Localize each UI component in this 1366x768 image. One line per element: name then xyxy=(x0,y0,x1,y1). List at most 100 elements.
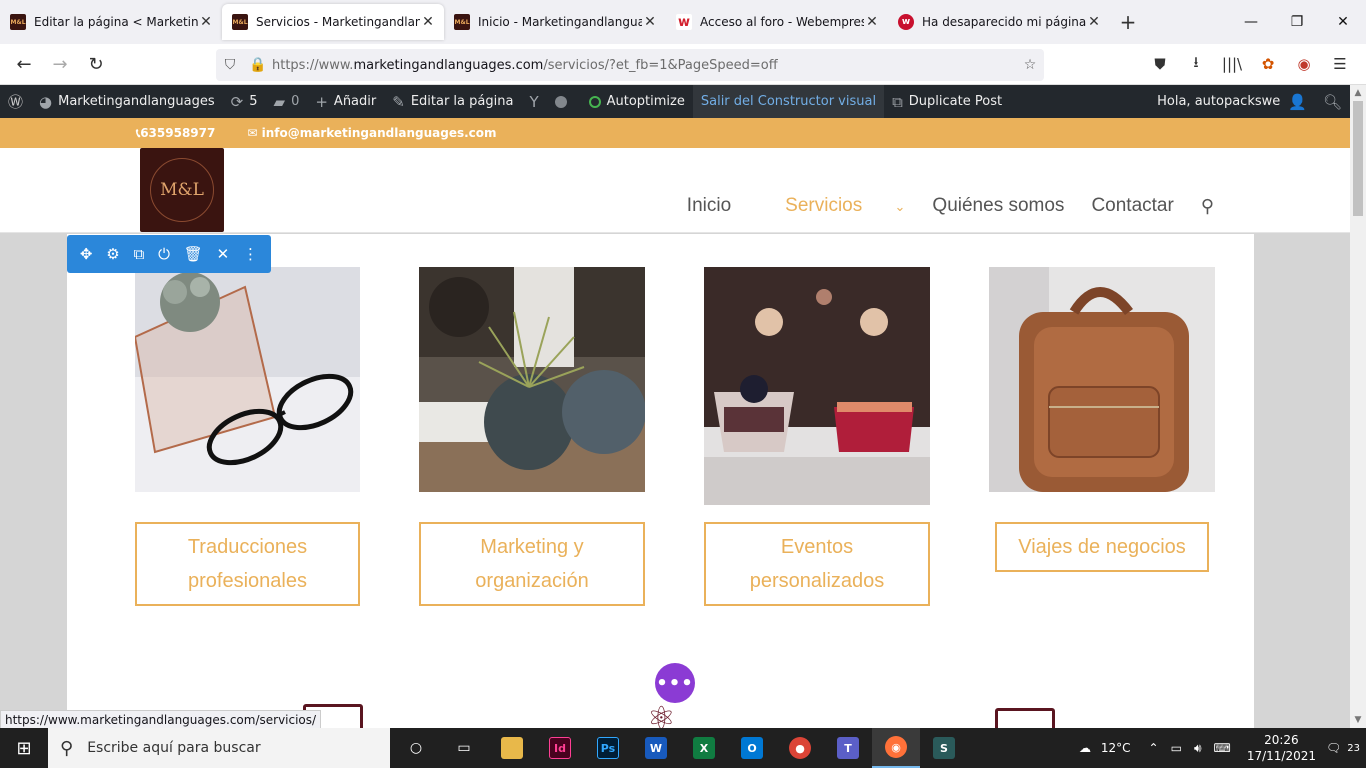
browser-tab[interactable]: w Acceso al foro - Webempresa Europa ✕ xyxy=(666,4,888,40)
close-window-icon[interactable]: ✕ xyxy=(1320,0,1366,44)
email-contact[interactable]: ✉ info@marketingandlanguages.com xyxy=(247,126,512,140)
status-url: https://www.marketingandlanguages.com/se… xyxy=(0,710,322,728)
search-icon[interactable]: ⚲ xyxy=(1201,196,1214,217)
volume-icon[interactable]: 🔊︎ xyxy=(1194,741,1202,756)
search-icon: ⚲ xyxy=(60,737,74,759)
teams-icon[interactable]: T xyxy=(824,728,872,768)
keyboard-icon[interactable]: ⌨ xyxy=(1214,741,1231,755)
menu-icon[interactable]: ☰ xyxy=(1322,48,1358,80)
menu-item-contactar[interactable]: Contactar xyxy=(1091,195,1173,217)
wp-autoptimize[interactable]: Autoptimize xyxy=(581,85,693,118)
battery-icon[interactable]: ▭ xyxy=(1171,741,1182,755)
move-icon[interactable]: ✥ xyxy=(80,245,93,263)
browser-toolbar-icons: ⛊ ⭳ |||\ ✿ ◉ ☰ xyxy=(1142,48,1358,80)
chrome-icon[interactable]: ● xyxy=(776,728,824,768)
menu-item-servicios[interactable]: Servicios ⌄ xyxy=(758,195,905,217)
indesign-icon[interactable]: Id xyxy=(536,728,584,768)
wp-search-icon[interactable]: 🔍︎ xyxy=(1315,85,1350,118)
phone-contact[interactable]: 📞︎635958977 xyxy=(136,126,231,141)
duplicate-icon[interactable]: ⧉ xyxy=(134,245,145,263)
wp-edit-page[interactable]: ✎ Editar la página xyxy=(384,85,521,118)
close-tab-icon[interactable]: ✕ xyxy=(198,14,214,30)
page-scrollbar[interactable]: ▲ ▼ xyxy=(1350,85,1366,728)
site-favicon-icon: M&L xyxy=(10,14,26,30)
url-text[interactable]: https://www.marketingandlanguages.com/se… xyxy=(272,58,1016,73)
browser-tab[interactable]: M&L Editar la página < Marketingandlangu… xyxy=(0,4,222,40)
service-button-traducciones[interactable]: Traducciones profesionales xyxy=(135,522,360,606)
excel-icon[interactable]: X xyxy=(680,728,728,768)
wp-duplicate-post[interactable]: ⧉ Duplicate Post xyxy=(884,85,1010,118)
reload-icon[interactable]: ↻ xyxy=(78,48,114,80)
library-icon[interactable]: |||\ xyxy=(1214,48,1250,80)
wp-updates[interactable]: ⟳ 5 xyxy=(223,85,266,118)
status-dot-icon[interactable] xyxy=(547,85,581,118)
duplicate-icon: ⧉ xyxy=(892,92,903,111)
taskbar-clock[interactable]: 20:26 17/11/2021 xyxy=(1247,732,1316,764)
lock-icon[interactable]: 🔒 xyxy=(244,57,272,73)
exit-visual-builder-button[interactable]: Salir del Constructor visual xyxy=(692,85,885,118)
new-tab-button[interactable]: + xyxy=(1110,4,1146,40)
site-logo[interactable]: M&L xyxy=(140,148,224,232)
yoast-icon[interactable]: Y xyxy=(521,85,546,118)
back-icon[interactable]: ← xyxy=(6,48,42,80)
dashboard-icon: ◕ xyxy=(39,92,53,111)
pocket-icon[interactable]: ⛊ xyxy=(1142,48,1178,80)
minimize-icon[interactable]: — xyxy=(1228,0,1274,44)
service-image-dessert xyxy=(704,267,930,505)
window-controls: — ❐ ✕ xyxy=(1228,0,1366,44)
wordpress-logo-icon[interactable]: Ⓦ xyxy=(0,85,31,118)
cortana-icon[interactable]: ○ xyxy=(392,728,440,768)
photoshop-icon[interactable]: Ps xyxy=(584,728,632,768)
close-tab-icon[interactable]: ✕ xyxy=(1086,14,1102,30)
autoptimize-status-icon xyxy=(588,95,601,108)
browser-tab[interactable]: w Ha desaparecido mi página de servicios… xyxy=(888,4,1110,40)
windows-start-icon[interactable]: ⊞ xyxy=(0,728,48,768)
notifications-icon[interactable]: 🗨 23 xyxy=(1326,728,1366,768)
more-options-icon[interactable]: ⋮ xyxy=(243,245,258,263)
restore-icon[interactable]: ❐ xyxy=(1274,0,1320,44)
site-favicon-icon: M&L xyxy=(454,14,470,30)
scrollbar-thumb[interactable] xyxy=(1353,101,1363,216)
scroll-up-icon[interactable]: ▲ xyxy=(1350,85,1366,101)
address-bar[interactable]: ⛉ 🔒 https://www.marketingandlanguages.co… xyxy=(216,49,1044,81)
word-icon[interactable]: W xyxy=(632,728,680,768)
extension-icon[interactable]: ◉ xyxy=(1286,48,1322,80)
close-tab-icon[interactable]: ✕ xyxy=(864,14,880,30)
service-button-marketing[interactable]: Marketing y organización xyxy=(419,522,645,606)
scroll-down-icon[interactable]: ▼ xyxy=(1350,712,1366,728)
outlook-icon[interactable]: O xyxy=(728,728,776,768)
close-icon[interactable]: ✕ xyxy=(217,245,230,263)
service-button-viajes[interactable]: Viajes de negocios xyxy=(995,522,1209,572)
app-s-icon[interactable]: S xyxy=(920,728,968,768)
close-tab-icon[interactable]: ✕ xyxy=(642,14,658,30)
browser-tab[interactable]: M&L Inicio - Marketingandlanguages ✕ xyxy=(444,4,666,40)
wp-user-greeting[interactable]: Hola, autopackswe 👤 xyxy=(1149,85,1315,118)
save-to-library-icon[interactable]: ⏻ xyxy=(158,245,170,263)
tray-chevron-icon[interactable]: ⌃ xyxy=(1149,741,1159,755)
weather-icon[interactable]: ☁ 12°C xyxy=(1079,741,1136,755)
service-image-backpack xyxy=(989,267,1215,492)
bookmark-star-icon[interactable]: ☆ xyxy=(1016,57,1044,73)
task-view-icon[interactable]: ▭ xyxy=(440,728,488,768)
windows-taskbar: ⊞ ⚲ Escribe aquí para buscar ○ ▭ Id Ps W… xyxy=(0,728,1366,768)
firefox-icon[interactable]: ◉ xyxy=(872,728,920,768)
service-image-glasses xyxy=(135,267,360,492)
extension-icon[interactable]: ✿ xyxy=(1250,48,1286,80)
wp-comments[interactable]: ▰ 0 xyxy=(266,85,308,118)
close-tab-icon[interactable]: ✕ xyxy=(420,14,436,30)
trash-icon[interactable]: 🗑 xyxy=(184,245,203,263)
wp-site-name[interactable]: ◕ Marketingandlanguages xyxy=(31,85,223,118)
menu-item-inicio[interactable]: Inicio xyxy=(687,195,731,217)
menu-item-quienes-somos[interactable]: Quiénes somos xyxy=(932,195,1064,217)
document-icon xyxy=(995,708,1055,728)
wp-add-new[interactable]: + Añadir xyxy=(307,85,384,118)
builder-page-settings-button[interactable]: ••• xyxy=(655,663,695,703)
shield-icon[interactable]: ⛉ xyxy=(216,57,244,73)
browser-tab-active[interactable]: M&L Servicios - Marketingandlanguages ✕ xyxy=(222,4,444,40)
file-explorer-icon[interactable] xyxy=(488,728,536,768)
settings-icon[interactable]: ⚙ xyxy=(106,245,119,263)
service-button-eventos[interactable]: Eventos personalizados xyxy=(704,522,930,606)
taskbar-search[interactable]: ⚲ Escribe aquí para buscar xyxy=(48,728,390,768)
forward-icon[interactable]: → xyxy=(42,48,78,80)
download-icon[interactable]: ⭳ xyxy=(1178,48,1214,80)
